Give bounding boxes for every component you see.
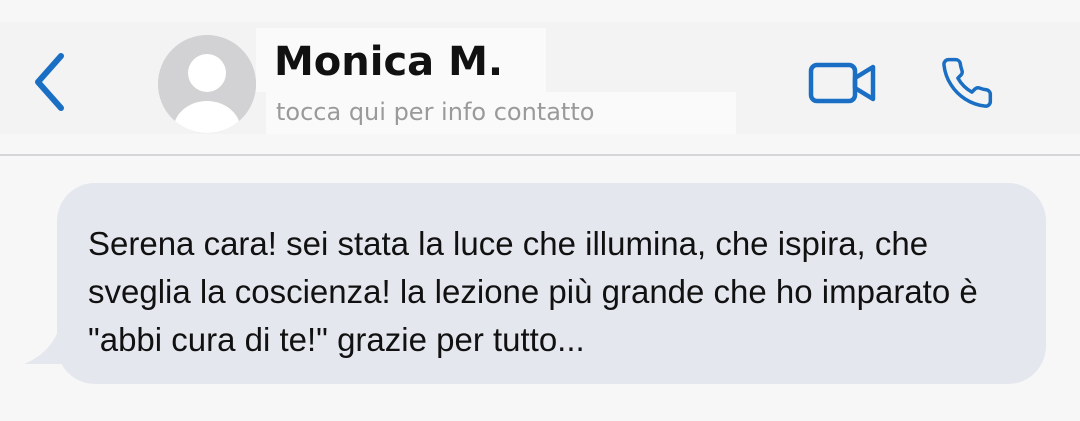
contact-name[interactable]: Monica M. xyxy=(274,36,503,88)
incoming-message-bubble[interactable]: Serena cara! sei stata la luce che illum… xyxy=(57,183,1046,384)
person-avatar-icon xyxy=(158,35,256,133)
back-button[interactable] xyxy=(22,48,78,116)
chevron-left-icon xyxy=(35,53,64,111)
message-text: Serena cara! sei stata la luce che illum… xyxy=(88,225,978,358)
contact-avatar[interactable] xyxy=(158,35,256,133)
conversation-header: Monica M. tocca qui per info contatto xyxy=(0,0,1080,154)
video-camera-icon xyxy=(808,62,876,104)
video-call-button[interactable] xyxy=(804,56,882,110)
phone-icon xyxy=(942,57,993,108)
voice-call-button[interactable] xyxy=(934,52,1000,114)
header-divider xyxy=(0,154,1080,156)
contact-info-link[interactable]: tocca qui per info contatto xyxy=(276,96,594,128)
